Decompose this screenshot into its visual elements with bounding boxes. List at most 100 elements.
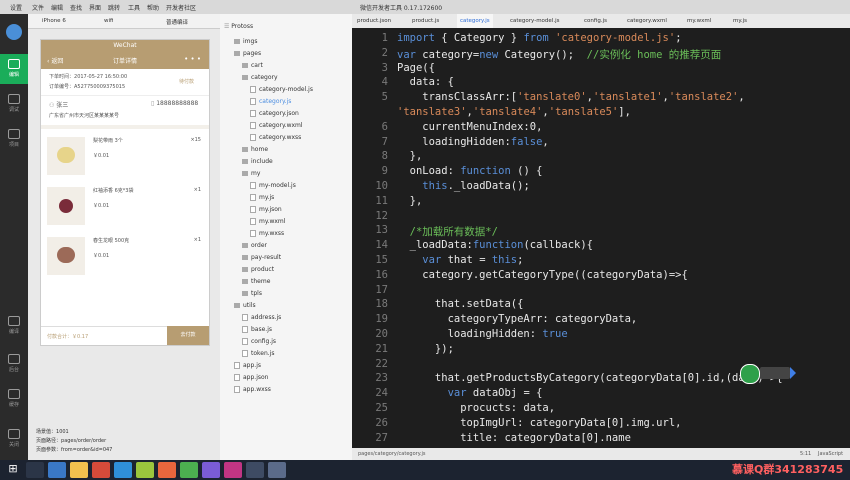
- app-icon[interactable]: [158, 462, 176, 478]
- search-icon[interactable]: [26, 462, 44, 478]
- network-select[interactable]: wifi: [104, 18, 114, 24]
- app-icon[interactable]: [92, 462, 110, 478]
- folder-item[interactable]: pages: [234, 48, 261, 59]
- sidebar-item-edit[interactable]: 编辑: [0, 59, 28, 78]
- line-number: 5: [381, 91, 388, 104]
- sidebar-item-project[interactable]: 项目: [0, 129, 28, 148]
- menu-settings[interactable]: 设置: [10, 3, 22, 12]
- folder-item[interactable]: include: [242, 156, 273, 167]
- menu-find[interactable]: 查找: [70, 3, 82, 12]
- menu-file[interactable]: 文件: [32, 3, 44, 12]
- floating-widget[interactable]: [740, 364, 796, 384]
- sidebar-item-backend[interactable]: 后台: [0, 354, 28, 373]
- code-editor[interactable]: 1 import { Category } from 'category-mode…: [352, 28, 850, 448]
- file-item[interactable]: app.js: [234, 360, 261, 371]
- folder-item[interactable]: order: [242, 240, 267, 251]
- tab-my-wxml[interactable]: my.wxml: [684, 14, 714, 28]
- page-path: 页面路径：pages/order/order: [36, 438, 107, 444]
- explorer-icon[interactable]: [70, 462, 88, 478]
- menu-goto[interactable]: 跳转: [108, 3, 120, 12]
- folder-icon: [242, 267, 248, 272]
- file-item[interactable]: my.wxml: [250, 216, 285, 227]
- pay-total: 付款合计：￥0.17: [47, 334, 89, 340]
- folder-item[interactable]: tpls: [242, 288, 262, 299]
- line-number: 20: [375, 328, 388, 340]
- product-item[interactable]: 红袖添香 6克*3袋 ￥0.01 ×1: [43, 182, 207, 232]
- product-item[interactable]: 梨花带雨 3个 ￥0.01 ×15: [43, 132, 207, 182]
- file-icon: [250, 86, 256, 93]
- folder-item[interactable]: imgs: [234, 36, 257, 47]
- code-line: data: {: [397, 76, 454, 89]
- folder-icon: [234, 39, 240, 44]
- tab-my-js[interactable]: my.js: [730, 14, 750, 28]
- file-item[interactable]: my-model.js: [250, 180, 296, 191]
- language-mode[interactable]: JavaScript: [818, 451, 843, 457]
- folder-item[interactable]: cart: [242, 60, 263, 71]
- pay-button[interactable]: 去付款: [167, 326, 209, 345]
- sidebar-item-debug[interactable]: 调试: [0, 94, 28, 113]
- file-item[interactable]: base.js: [242, 324, 272, 335]
- menu-view[interactable]: 界面: [89, 3, 101, 12]
- file-item[interactable]: app.wxss: [234, 384, 271, 395]
- device-select[interactable]: iPhone 6: [42, 18, 66, 24]
- tab-category-model-js[interactable]: category-model.js: [507, 14, 562, 28]
- sidebar-item-compile[interactable]: 编译: [0, 316, 28, 335]
- folder-item[interactable]: utils: [234, 300, 256, 311]
- file-icon: [250, 98, 256, 105]
- menu-tools[interactable]: 工具: [128, 3, 140, 12]
- file-item[interactable]: app.json: [234, 372, 268, 383]
- menu-edit[interactable]: 编辑: [51, 3, 63, 12]
- folder-item[interactable]: home: [242, 144, 268, 155]
- file-item[interactable]: category-model.js: [250, 84, 313, 95]
- product-item[interactable]: 春生龙眼 500克 ￥0.01 ×1: [43, 232, 207, 282]
- line-number: 7: [381, 135, 388, 148]
- file-item[interactable]: my.js: [250, 192, 274, 203]
- tree-item-label: category.json: [259, 110, 299, 117]
- app-icon[interactable]: [114, 462, 132, 478]
- menu-community[interactable]: 开发者社区: [166, 3, 196, 12]
- line-number: 23: [375, 372, 388, 385]
- app-icon[interactable]: [136, 462, 154, 478]
- divider: [41, 95, 209, 96]
- windows-start-icon[interactable]: ⊞: [4, 462, 22, 478]
- project-icon: [8, 129, 20, 139]
- ie-icon[interactable]: [48, 462, 66, 478]
- file-item[interactable]: my.json: [250, 204, 282, 215]
- file-item[interactable]: my.wxss: [250, 228, 284, 239]
- sidebar-item-cache[interactable]: 缓存: [0, 389, 28, 408]
- folder-item[interactable]: product: [242, 264, 274, 275]
- tab-category-wxml[interactable]: category.wxml: [624, 14, 670, 28]
- file-item[interactable]: address.js: [242, 312, 281, 323]
- tab-config-js[interactable]: config.js: [581, 14, 610, 28]
- tree-item-label: utils: [243, 302, 256, 309]
- folder-item[interactable]: pay-result: [242, 252, 281, 263]
- file-item[interactable]: category.json: [250, 108, 299, 119]
- wechat-devtools-icon[interactable]: [180, 462, 198, 478]
- file-item[interactable]: token.js: [242, 348, 274, 359]
- file-item[interactable]: category.js: [250, 96, 291, 107]
- folder-item[interactable]: my: [242, 168, 260, 179]
- consignee: ⚇ 张三: [49, 102, 69, 109]
- tab-product-json[interactable]: product.json: [354, 14, 394, 28]
- app-icon[interactable]: [268, 462, 286, 478]
- avatar[interactable]: [6, 24, 22, 40]
- phone-screen: WeChat ‹ 返回 订单详情 • • • 下单时间：2017-05-27 1…: [40, 39, 210, 346]
- code-line: },: [397, 150, 423, 163]
- app-icon[interactable]: [246, 462, 264, 478]
- line-number: 14: [375, 239, 388, 252]
- file-item[interactable]: category.wxss: [250, 132, 301, 143]
- file-item[interactable]: config.js: [242, 336, 276, 347]
- more-icon[interactable]: • • •: [184, 55, 201, 63]
- tab-category-js[interactable]: category.js: [457, 14, 493, 28]
- folder-item[interactable]: category: [242, 72, 278, 83]
- line-number: 26: [375, 416, 388, 429]
- compile-mode-select[interactable]: 普通编译: [166, 18, 188, 26]
- file-item[interactable]: category.wxml: [250, 120, 303, 131]
- tab-product-js[interactable]: product.js: [409, 14, 442, 28]
- app-icon[interactable]: [224, 462, 242, 478]
- app-icon[interactable]: [202, 462, 220, 478]
- code-icon: [8, 59, 20, 69]
- sidebar-item-close[interactable]: 关闭: [0, 429, 28, 448]
- folder-item[interactable]: theme: [242, 276, 270, 287]
- menu-help[interactable]: 帮助: [147, 3, 159, 12]
